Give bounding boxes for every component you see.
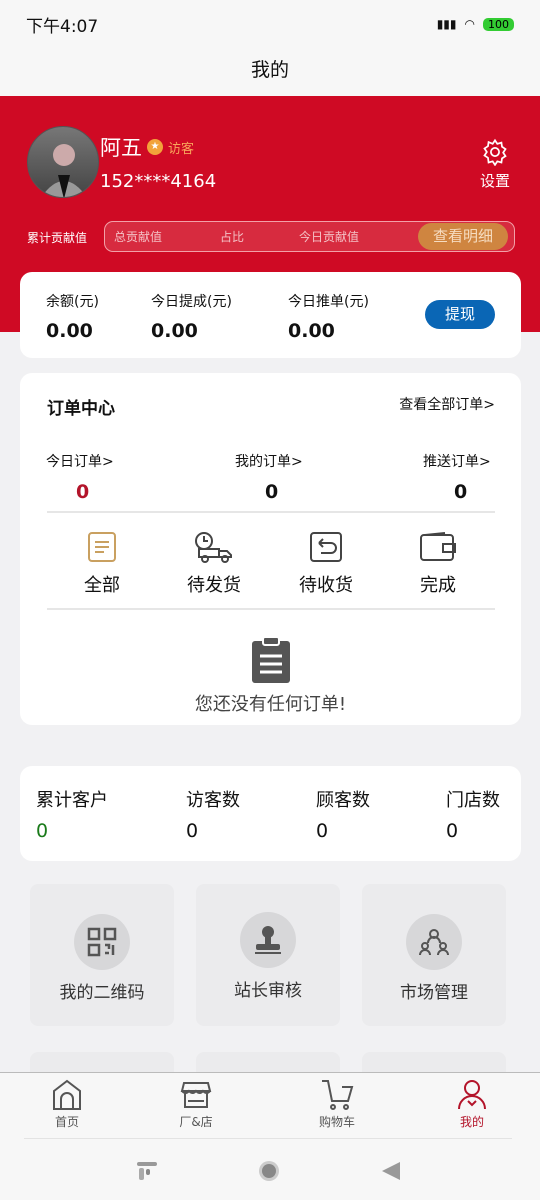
order-center-title: 订单中心 [47, 399, 115, 419]
my-orders-value: 0 [265, 481, 279, 503]
document-icon [88, 532, 116, 562]
wallet-icon [420, 532, 456, 561]
user-name: 阿五 [100, 136, 142, 160]
nav-label: 厂&店 [179, 1115, 213, 1129]
today-commission-label: 今日提成(元) [151, 294, 232, 310]
status-time: 下午4:07 [26, 16, 99, 37]
status-bar: 下午4:07 ▮▮▮ ◠ 100 [0, 0, 540, 48]
stamp-icon [255, 926, 281, 954]
user-phone: 152****4164 [100, 171, 217, 192]
settings-button[interactable]: 设置 [480, 138, 510, 191]
total-contribution: 总贡献值 [114, 230, 163, 244]
order-type-label: 完成 [420, 575, 456, 596]
today-orders-link[interactable]: 今日订单> [46, 451, 114, 471]
pushed-orders-link[interactable]: 推送订单> [423, 451, 491, 471]
view-detail-button[interactable]: 查看明细 [418, 223, 508, 250]
stores-value: 0 [446, 820, 459, 842]
nav-cart[interactable]: 购物车 [297, 1079, 377, 1130]
total-customers-value: 0 [36, 820, 49, 842]
return-box-icon [310, 532, 342, 562]
signal-icon: ▮▮▮ [436, 17, 457, 31]
battery-icon: 100 [483, 17, 514, 31]
cart-icon [322, 1080, 354, 1110]
order-type-label: 待收货 [299, 575, 353, 596]
bottom-nav: 首页 厂&店 购物车 我的 [0, 1072, 540, 1200]
avatar[interactable] [27, 126, 99, 198]
contribution-label: 累计贡献值 [27, 231, 88, 245]
store-icon [180, 1082, 212, 1108]
contribution-bar: 总贡献值 占比 今日贡献值 查看明细 [104, 221, 515, 252]
tile-market-management[interactable]: 市场管理 [362, 884, 506, 1026]
settings-label: 设置 [480, 172, 511, 190]
team-icon [419, 929, 449, 956]
recent-apps-icon[interactable] [136, 1160, 158, 1182]
today-push-value: 0.00 [288, 320, 335, 342]
nav-store[interactable]: 厂&店 [156, 1079, 236, 1130]
role-badge: 访客 [168, 141, 195, 157]
today-contribution: 今日贡献值 [299, 230, 360, 244]
balance-card: 余额(元) 0.00 今日提成(元) 0.00 今日推单(元) 0.00 提现 [20, 272, 521, 358]
order-center-card: 订单中心 查看全部订单> 今日订单> 0 我的订单> 0 推送订单> 0 全部 … [20, 373, 521, 725]
star-badge-icon: ★ [147, 139, 163, 155]
tile-station-review[interactable]: 站长审核 [196, 884, 340, 1026]
visitors-value: 0 [186, 820, 199, 842]
home-icon [53, 1079, 81, 1110]
empty-orders-message: 您还没有任何订单! [194, 694, 347, 715]
today-commission-value: 0.00 [151, 320, 198, 342]
stores-label: 门店数 [446, 790, 500, 811]
nav-label: 首页 [54, 1115, 79, 1129]
home-button-icon[interactable] [258, 1160, 280, 1182]
today-push-label: 今日推单(元) [288, 294, 369, 310]
order-type-all[interactable]: 全部 [57, 531, 147, 597]
order-type-label: 待发货 [187, 575, 241, 596]
delivery-truck-icon [195, 532, 232, 563]
gear-icon [483, 138, 507, 167]
view-all-orders-link[interactable]: 查看全部订单> [399, 394, 495, 414]
my-orders-link[interactable]: 我的订单> [235, 451, 303, 471]
clipboard-icon [252, 636, 290, 683]
clients-label: 顾客数 [316, 790, 370, 811]
order-type-complete[interactable]: 完成 [393, 531, 483, 597]
total-customers-label: 累计客户 [36, 790, 108, 811]
tile-label: 站长审核 [234, 981, 302, 1001]
user-name-row: 阿五 ★ 访客 [100, 132, 194, 162]
nav-mine[interactable]: 我的 [432, 1079, 512, 1130]
page-title: 我的 [0, 48, 540, 96]
clients-value: 0 [316, 820, 329, 842]
nav-label: 购物车 [318, 1115, 355, 1129]
pushed-orders-value: 0 [454, 481, 468, 503]
divider [47, 608, 495, 610]
nav-home[interactable]: 首页 [27, 1079, 107, 1130]
contribution-ratio: 占比 [220, 230, 245, 244]
wifi-icon: ◠ [464, 17, 475, 31]
tile-label: 市场管理 [400, 983, 468, 1003]
order-type-label: 全部 [84, 575, 120, 596]
tile-label: 我的二维码 [59, 983, 145, 1003]
order-type-to-receive[interactable]: 待收货 [281, 531, 371, 597]
divider [24, 1138, 512, 1139]
divider [47, 511, 495, 513]
nav-label: 我的 [459, 1115, 484, 1129]
withdraw-button[interactable]: 提现 [425, 300, 495, 329]
user-icon [458, 1080, 486, 1110]
today-orders-value: 0 [76, 481, 90, 503]
back-icon[interactable] [380, 1160, 402, 1182]
qr-code-icon [87, 927, 117, 957]
visitors-label: 访客数 [186, 790, 240, 811]
customer-stats-card: 累计客户 0 访客数 0 顾客数 0 门店数 0 [20, 766, 521, 861]
tile-qr-code[interactable]: 我的二维码 [30, 884, 174, 1026]
balance-value: 0.00 [46, 320, 93, 342]
balance-label: 余额(元) [46, 294, 99, 310]
order-type-to-ship[interactable]: 待发货 [169, 531, 259, 597]
